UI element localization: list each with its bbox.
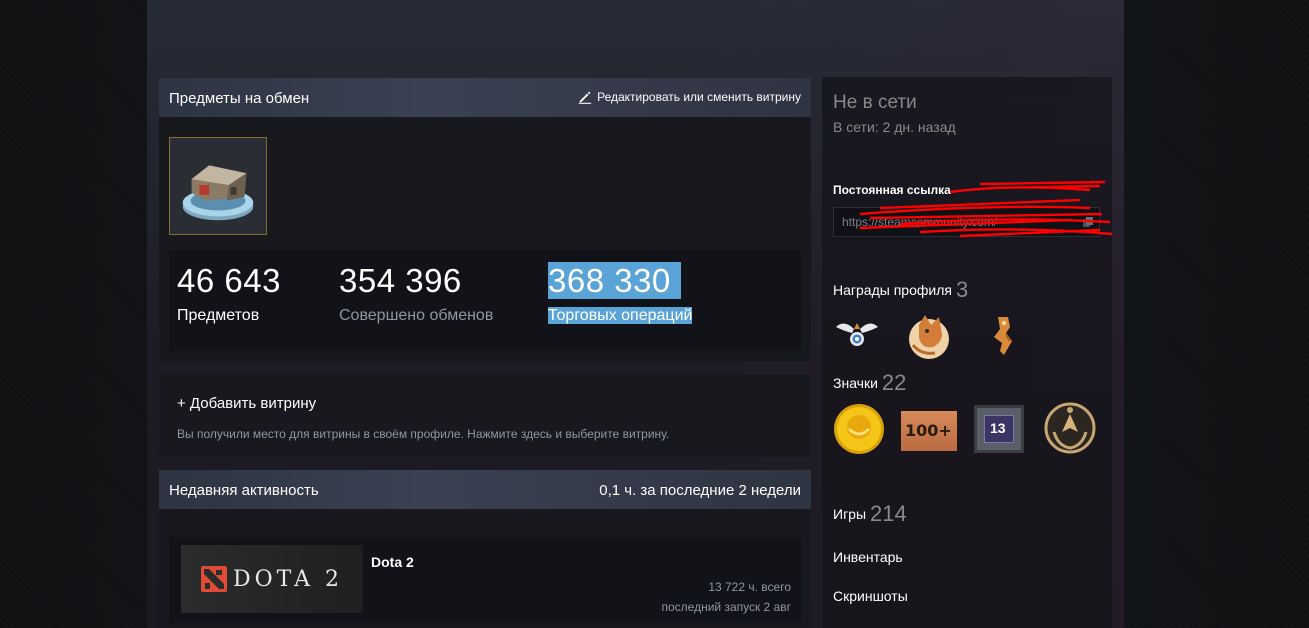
recent-activity-panel: Недавняя активность 0,1 ч. за последние … bbox=[159, 470, 811, 628]
stat-market-label: Торговых операций bbox=[548, 307, 693, 324]
inventory-link[interactable]: Инвентарь bbox=[833, 549, 903, 565]
stat-market-value: 368 330 bbox=[548, 262, 681, 299]
stat-items-value: 46 643 bbox=[177, 262, 281, 299]
badges-label: Значки bbox=[833, 375, 878, 391]
stat-market-transactions: 368 330 Торговых операций bbox=[548, 260, 693, 326]
badge-100-plus[interactable]: 100+ bbox=[901, 411, 957, 451]
dota2-capsule[interactable]: DOTA 2 bbox=[181, 545, 363, 613]
stat-trades-value: 354 396 bbox=[339, 262, 462, 299]
orange-creature-award-icon[interactable] bbox=[978, 311, 1028, 361]
recent-activity-title: Недавняя активность bbox=[169, 482, 319, 499]
badges-section-label[interactable]: Значки 22 bbox=[833, 370, 906, 396]
add-showcase-description: Вы получили место для витрины в своём пр… bbox=[177, 427, 670, 441]
recent-activity-header: Недавняя активность 0,1 ч. за последние … bbox=[159, 470, 811, 509]
gold-coin-badge-icon[interactable] bbox=[833, 403, 885, 455]
awards-section-label[interactable]: Награды профиля 3 bbox=[833, 277, 968, 303]
badges-count: 22 bbox=[881, 370, 907, 395]
games-section-label[interactable]: Игры 214 bbox=[833, 501, 907, 527]
trade-showcase-panel: Предметы на обмен Редактировать или смен… bbox=[159, 78, 811, 362]
stat-items-label: Предметов bbox=[177, 307, 260, 324]
game-playtime: 13 722 ч. всего последний запуск 2 авг bbox=[661, 577, 791, 617]
trade-item-slot[interactable] bbox=[169, 137, 267, 235]
stat-items: 46 643 Предметов bbox=[177, 260, 281, 326]
edit-showcase-button[interactable]: Редактировать или сменить витрину bbox=[578, 90, 801, 104]
stat-trades-label: Совершено обменов bbox=[339, 307, 494, 324]
winged-award-icon[interactable] bbox=[832, 309, 882, 359]
game-name[interactable]: Dota 2 bbox=[371, 554, 414, 570]
trade-showcase-header: Предметы на обмен Редактировать или смен… bbox=[159, 78, 811, 117]
trade-showcase-title: Предметы на обмен bbox=[169, 90, 310, 107]
games-count: 214 bbox=[870, 501, 907, 526]
permalink-input[interactable] bbox=[833, 207, 1100, 237]
online-status: Не в сети bbox=[833, 92, 917, 113]
badge-years-of-service[interactable]: 13 bbox=[974, 405, 1024, 453]
awards-label: Награды профиля bbox=[833, 282, 952, 298]
dota-logo-icon bbox=[200, 566, 227, 592]
profile-sidebar: Не в сети В сети: 2 дн. назад Постоянная… bbox=[822, 77, 1112, 628]
game-total-hours: 13 722 ч. всего bbox=[708, 580, 791, 594]
corgi-award-icon[interactable] bbox=[905, 311, 955, 361]
add-showcase-panel[interactable]: + Добавить витрину Вы получили место для… bbox=[159, 374, 811, 457]
badge-years-label: 13 bbox=[990, 420, 1006, 436]
stat-trades: 354 396 Совершено обменов bbox=[339, 260, 493, 326]
awards-count: 3 bbox=[955, 277, 969, 302]
pencil-icon bbox=[578, 91, 592, 104]
trade-stats-box: 46 643 Предметов 354 396 Совершено обмен… bbox=[169, 250, 801, 351]
add-showcase-button[interactable]: + Добавить витрину bbox=[177, 395, 316, 412]
laurel-emblem-badge-icon[interactable] bbox=[1044, 402, 1096, 454]
permalink-label: Постоянная ссылка bbox=[833, 183, 951, 197]
edit-showcase-label: Редактировать или сменить витрину bbox=[597, 90, 801, 104]
copy-icon[interactable] bbox=[1082, 216, 1094, 228]
last-online: В сети: 2 дн. назад bbox=[833, 119, 956, 135]
game-row-dota2: DOTA 2 Dota 2 13 722 ч. всего последний … bbox=[169, 537, 801, 623]
games-label: Игры bbox=[833, 506, 867, 522]
game-last-played: последний запуск 2 авг bbox=[661, 600, 791, 614]
badge-100-plus-label: 100+ bbox=[905, 421, 952, 440]
treasure-chest-item-icon bbox=[182, 165, 254, 221]
recent-activity-hours: 0,1 ч. за последние 2 недели bbox=[599, 482, 801, 499]
screenshots-link[interactable]: Скриншоты bbox=[833, 588, 908, 604]
dota-logo-text: DOTA 2 bbox=[232, 566, 344, 592]
